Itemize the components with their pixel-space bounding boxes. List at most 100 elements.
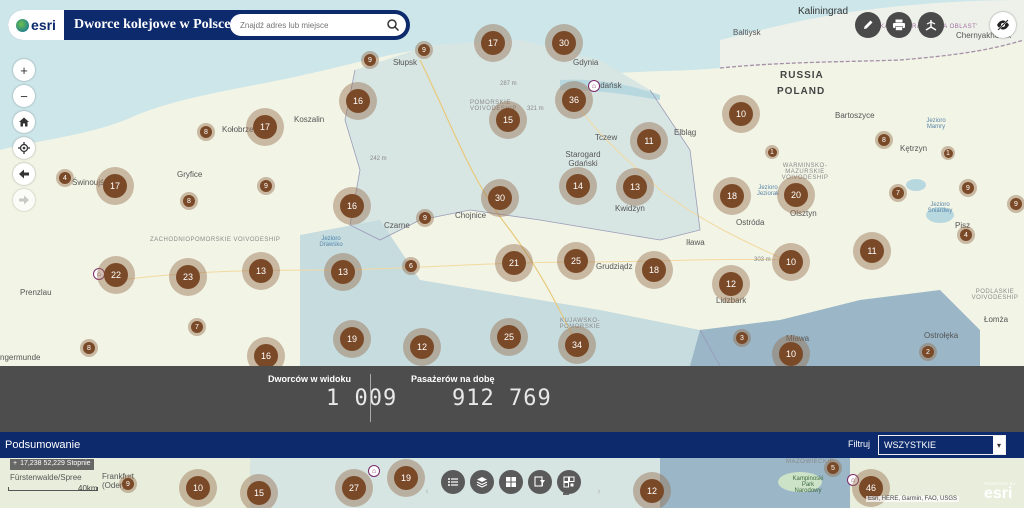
station-cluster[interactable]: 12 (403, 328, 441, 366)
station-cluster[interactable]: 17 (474, 24, 512, 62)
station-cluster[interactable]: 12 (712, 265, 750, 303)
station-cluster[interactable]: 17 (96, 167, 134, 205)
station-cluster[interactable]: 13 (324, 253, 362, 291)
station-cluster[interactable]: 25 (490, 318, 528, 356)
filter-widget-button[interactable] (528, 470, 552, 494)
cluster-count: 9 (122, 478, 134, 490)
app-title: Dworce kolejowe w Polsce (74, 17, 231, 32)
station-cluster[interactable]: 20 (777, 176, 815, 214)
dashboard-button[interactable] (557, 470, 581, 494)
station-cluster[interactable]: 9 (361, 51, 379, 69)
zoom-in-button[interactable]: + (13, 59, 35, 81)
station-cluster[interactable]: 13 (242, 252, 280, 290)
station-cluster[interactable]: 13 (616, 168, 654, 206)
station-cluster[interactable]: 30 (481, 179, 519, 217)
station-cluster[interactable]: 8 (80, 339, 98, 357)
station-cluster[interactable]: 16 (333, 187, 371, 225)
station-cluster[interactable]: 21 (495, 244, 533, 282)
toggle-visibility-button[interactable] (990, 12, 1016, 38)
cluster-count: 16 (254, 344, 278, 368)
cluster-count: 18 (720, 184, 744, 208)
forward-extent-button[interactable] (13, 189, 35, 211)
station-cluster[interactable]: 23 (169, 258, 207, 296)
place-furstenwalde: Fürstenwalde/Spree (10, 473, 82, 482)
station-cluster[interactable]: 10 (722, 95, 760, 133)
station-cluster[interactable]: 1 (765, 145, 779, 159)
locate-button[interactable] (13, 137, 35, 159)
draw-tool-button[interactable] (855, 12, 881, 38)
station-cluster[interactable]: 30 (545, 24, 583, 62)
toolbar-prev-button[interactable]: ‹ (422, 484, 432, 498)
place-koszalin: Koszalin (294, 115, 325, 124)
cluster-count: 19 (394, 466, 418, 490)
back-extent-button[interactable] (13, 163, 35, 185)
station-cluster[interactable]: 11 (630, 122, 668, 160)
powered-by-esri-logo[interactable]: POWERED BY esri (984, 481, 1022, 505)
station-cluster[interactable]: 7 (889, 184, 907, 202)
station-cluster[interactable]: 9 (257, 177, 275, 195)
place-lomza: Łomża (984, 315, 1009, 324)
station-cluster[interactable]: 15 (489, 101, 527, 139)
cluster-count: 30 (552, 31, 576, 55)
station-cluster[interactable]: 4 (957, 226, 975, 244)
cluster-count: 8 (200, 126, 212, 138)
region-zachodniopomorskie: ZACHODNIOPOMORSKIE VOIVODESHIP (150, 237, 281, 243)
station-cluster[interactable]: 3 (733, 329, 751, 347)
station-cluster[interactable]: 16 (339, 82, 377, 120)
station-cluster[interactable]: 14 (559, 167, 597, 205)
stations-count-label: Dworców w widoku (268, 374, 352, 384)
place-gdynia: Gdynia (573, 58, 599, 67)
cluster-count: 23 (176, 265, 200, 289)
station-cluster[interactable]: 18 (713, 177, 751, 215)
station-cluster[interactable]: 12 (633, 472, 671, 508)
coordinate-readout[interactable]: + 17,238 52,229 Stopnie (10, 459, 94, 470)
station-cluster[interactable]: 27 (335, 469, 373, 507)
station-cluster[interactable]: 25 (557, 242, 595, 280)
cluster-count: 10 (729, 102, 753, 126)
zoom-out-button[interactable]: − (13, 85, 35, 107)
station-cluster[interactable]: 9 (415, 41, 433, 59)
layers-button[interactable] (470, 470, 494, 494)
cluster-count: 36 (562, 88, 586, 112)
station-cluster[interactable]: 11 (853, 232, 891, 270)
station-cluster[interactable]: 9 (1007, 195, 1024, 213)
station-cluster[interactable]: 8 (875, 131, 893, 149)
station-pin-icon[interactable]: ⌂ (368, 465, 380, 477)
station-cluster[interactable]: 22 (97, 256, 135, 294)
station-cluster[interactable]: 18 (635, 251, 673, 289)
station-cluster[interactable]: 10 (772, 243, 810, 281)
station-cluster[interactable]: 19 (333, 320, 371, 358)
station-cluster[interactable]: 9 (416, 209, 434, 227)
map-attribution: Esri, HERE, Garmin, FAO, USGS (866, 496, 960, 502)
station-cluster[interactable]: 36 (555, 81, 593, 119)
park-kampinoski: Kampinoski Park Narodowy (792, 476, 824, 494)
esri-logo[interactable]: esri (8, 10, 64, 40)
station-cluster[interactable]: 9 (959, 179, 977, 197)
print-button[interactable] (886, 12, 912, 38)
station-cluster[interactable]: 6 (402, 257, 420, 275)
legend-button[interactable] (441, 470, 465, 494)
filter-select[interactable]: WSZYSTKIE ▾ (878, 435, 1006, 455)
cluster-count: 7 (191, 321, 203, 333)
station-cluster[interactable]: 7 (188, 318, 206, 336)
toolbar-next-button[interactable]: › (594, 484, 604, 498)
station-cluster[interactable]: 2 (919, 343, 937, 361)
station-cluster[interactable]: 9 (119, 475, 137, 493)
station-cluster[interactable]: 34 (558, 326, 596, 364)
station-cluster[interactable]: 15 (240, 474, 278, 508)
basemap-gallery-button[interactable] (499, 470, 523, 494)
station-cluster[interactable]: 8 (180, 192, 198, 210)
search-input[interactable] (240, 20, 370, 30)
station-cluster[interactable]: 10 (179, 469, 217, 507)
station-cluster[interactable]: 1 (941, 146, 955, 160)
cluster-count: 17 (253, 115, 277, 139)
lake-mamry: Jezioro Mamry (926, 118, 946, 130)
station-cluster[interactable]: 4 (56, 169, 74, 187)
home-button[interactable] (13, 111, 35, 133)
search-icon[interactable] (386, 18, 400, 32)
station-cluster[interactable]: 17 (246, 108, 284, 146)
station-cluster[interactable]: 5 (824, 459, 842, 477)
share-button[interactable] (918, 12, 944, 38)
station-cluster[interactable]: 8 (197, 123, 215, 141)
cluster-count: 3 (736, 332, 748, 344)
